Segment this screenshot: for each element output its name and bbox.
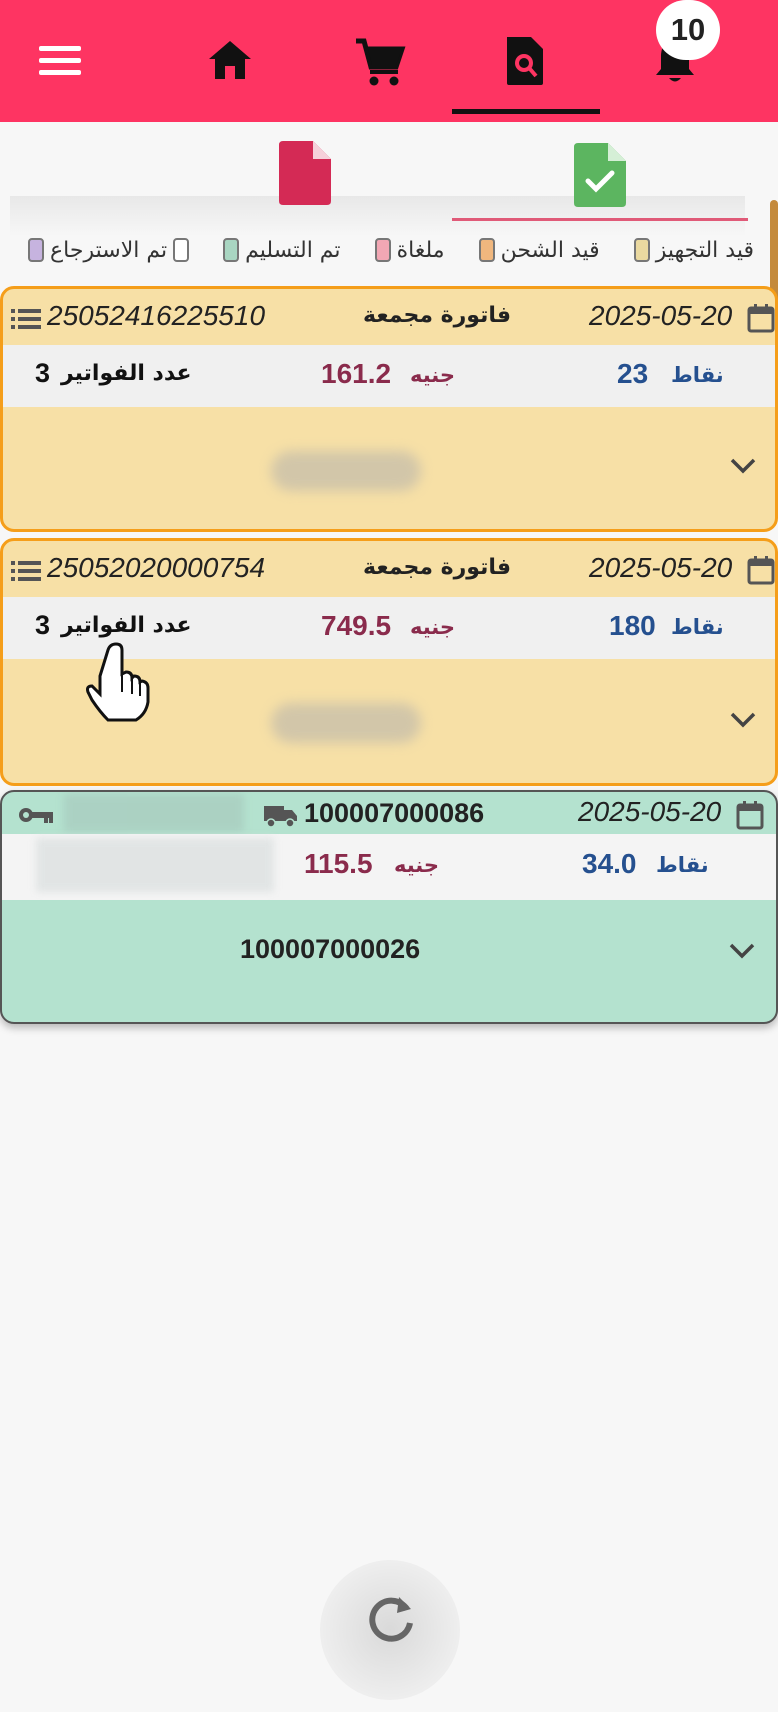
amount-unit: جنيه — [394, 853, 440, 877]
order-card-footer: 100007000026 — [2, 900, 776, 1022]
amount-unit: جنيه — [410, 363, 456, 387]
order-card-header: 2025-05-20 فاتورة مجمعة 25052416225510 — [3, 289, 775, 345]
reference-number: 100007000026 — [240, 934, 421, 964]
order-card-summary: نقاط 34.0 جنيه 115.5 — [2, 834, 776, 900]
invoice-tab[interactable] — [270, 136, 340, 210]
legend-swatch — [173, 238, 190, 262]
amount-unit: جنيه — [410, 615, 456, 639]
calendar-icon — [747, 556, 775, 585]
refresh-button[interactable] — [356, 1584, 426, 1654]
points-label: نقاط — [671, 363, 724, 387]
redacted-text — [36, 838, 274, 892]
refresh-icon — [369, 1597, 413, 1642]
menu-icon[interactable] — [30, 36, 90, 86]
points-label: نقاط — [671, 615, 724, 639]
chevron-down-icon[interactable] — [729, 711, 757, 729]
legend-preparing[interactable]: قيد التجهيز — [633, 237, 754, 263]
legend-label: قيد التجهيز — [655, 237, 754, 263]
search-document-icon[interactable] — [495, 28, 555, 94]
legend-swatch — [28, 238, 45, 262]
points-value: 23 — [617, 358, 649, 389]
legend-swatch — [374, 238, 391, 262]
legend-cancelled[interactable]: ملغاة — [374, 237, 445, 263]
order-card[interactable]: 2025-05-20 فاتورة مجمعة 25052416225510 ن… — [0, 286, 778, 532]
legend-label: قيد الشحن — [500, 237, 600, 263]
truck-icon — [264, 806, 297, 828]
legend-delivered[interactable]: تم التسليم — [223, 237, 341, 263]
redacted-text — [271, 451, 421, 491]
list-icon[interactable] — [11, 561, 41, 581]
order-date: 2025-05-20 — [578, 796, 722, 827]
key-icon — [19, 808, 53, 823]
order-card-summary: نقاط 23 جنيه 161.2 عدد الفواتير 3 — [3, 345, 775, 407]
legend-swatch — [223, 238, 240, 262]
redacted-text — [271, 703, 421, 743]
legend-swatch — [478, 238, 495, 262]
order-number[interactable]: 100007000086 — [304, 798, 484, 829]
status-legend: تم الاسترجاع تم التسليم ملغاة قيد الشحن … — [22, 228, 760, 272]
legend-label: تم الاسترجاع — [50, 237, 168, 263]
legend-returned[interactable]: تم الاسترجاع — [28, 237, 190, 263]
order-number[interactable]: 25052020000754 — [47, 552, 265, 584]
chevron-down-icon[interactable] — [728, 942, 756, 960]
approved-invoice-tab[interactable] — [565, 138, 635, 212]
list-icon[interactable] — [11, 309, 41, 329]
invoice-count-label: عدد الفواتير — [61, 361, 192, 386]
amount-value: 161.2 — [321, 358, 392, 389]
calendar-icon — [747, 304, 775, 333]
hand-cursor-icon — [86, 642, 150, 722]
home-icon[interactable] — [200, 30, 260, 90]
notification-badge: 10 — [656, 0, 720, 60]
legend-swatch — [633, 238, 650, 262]
legend-label: ملغاة — [396, 237, 445, 263]
chevron-down-icon[interactable] — [729, 457, 757, 475]
order-card-header: 2025-05-20 فاتورة مجمعة 25052020000754 — [3, 541, 775, 597]
order-number[interactable]: 25052416225510 — [47, 300, 265, 332]
order-card-header: 2025-05-20 100007000086 — [2, 792, 776, 834]
document-icon — [279, 141, 331, 205]
order-type: فاتورة مجمعة — [363, 555, 512, 580]
document-check-icon — [574, 143, 626, 207]
cart-icon[interactable] — [345, 30, 415, 94]
legend-shipping[interactable]: قيد الشحن — [478, 237, 600, 263]
order-card-footer — [3, 407, 775, 529]
order-date: 2025-05-20 — [589, 300, 733, 331]
calendar-icon — [736, 801, 764, 830]
invoice-count-value: 3 — [35, 610, 51, 640]
amount-value: 115.5 — [304, 848, 373, 879]
active-subtab-indicator — [452, 218, 748, 221]
order-card[interactable]: 2025-05-20 100007000086 نقاط 34.0 جنيه 1… — [0, 790, 778, 1024]
points-value: 34.0 — [582, 848, 637, 879]
order-date: 2025-05-20 — [589, 552, 733, 583]
legend-label: تم التسليم — [245, 237, 341, 263]
top-navigation-bar: 10 — [0, 0, 778, 122]
order-type: فاتورة مجمعة — [363, 303, 512, 328]
amount-value: 749.5 — [321, 610, 392, 641]
redacted-text — [64, 794, 244, 832]
points-label: نقاط — [656, 853, 709, 877]
invoice-count-label: عدد الفواتير — [61, 613, 192, 638]
points-value: 180 — [609, 610, 656, 641]
active-tab-indicator — [452, 109, 600, 114]
invoice-count-value: 3 — [35, 358, 51, 388]
